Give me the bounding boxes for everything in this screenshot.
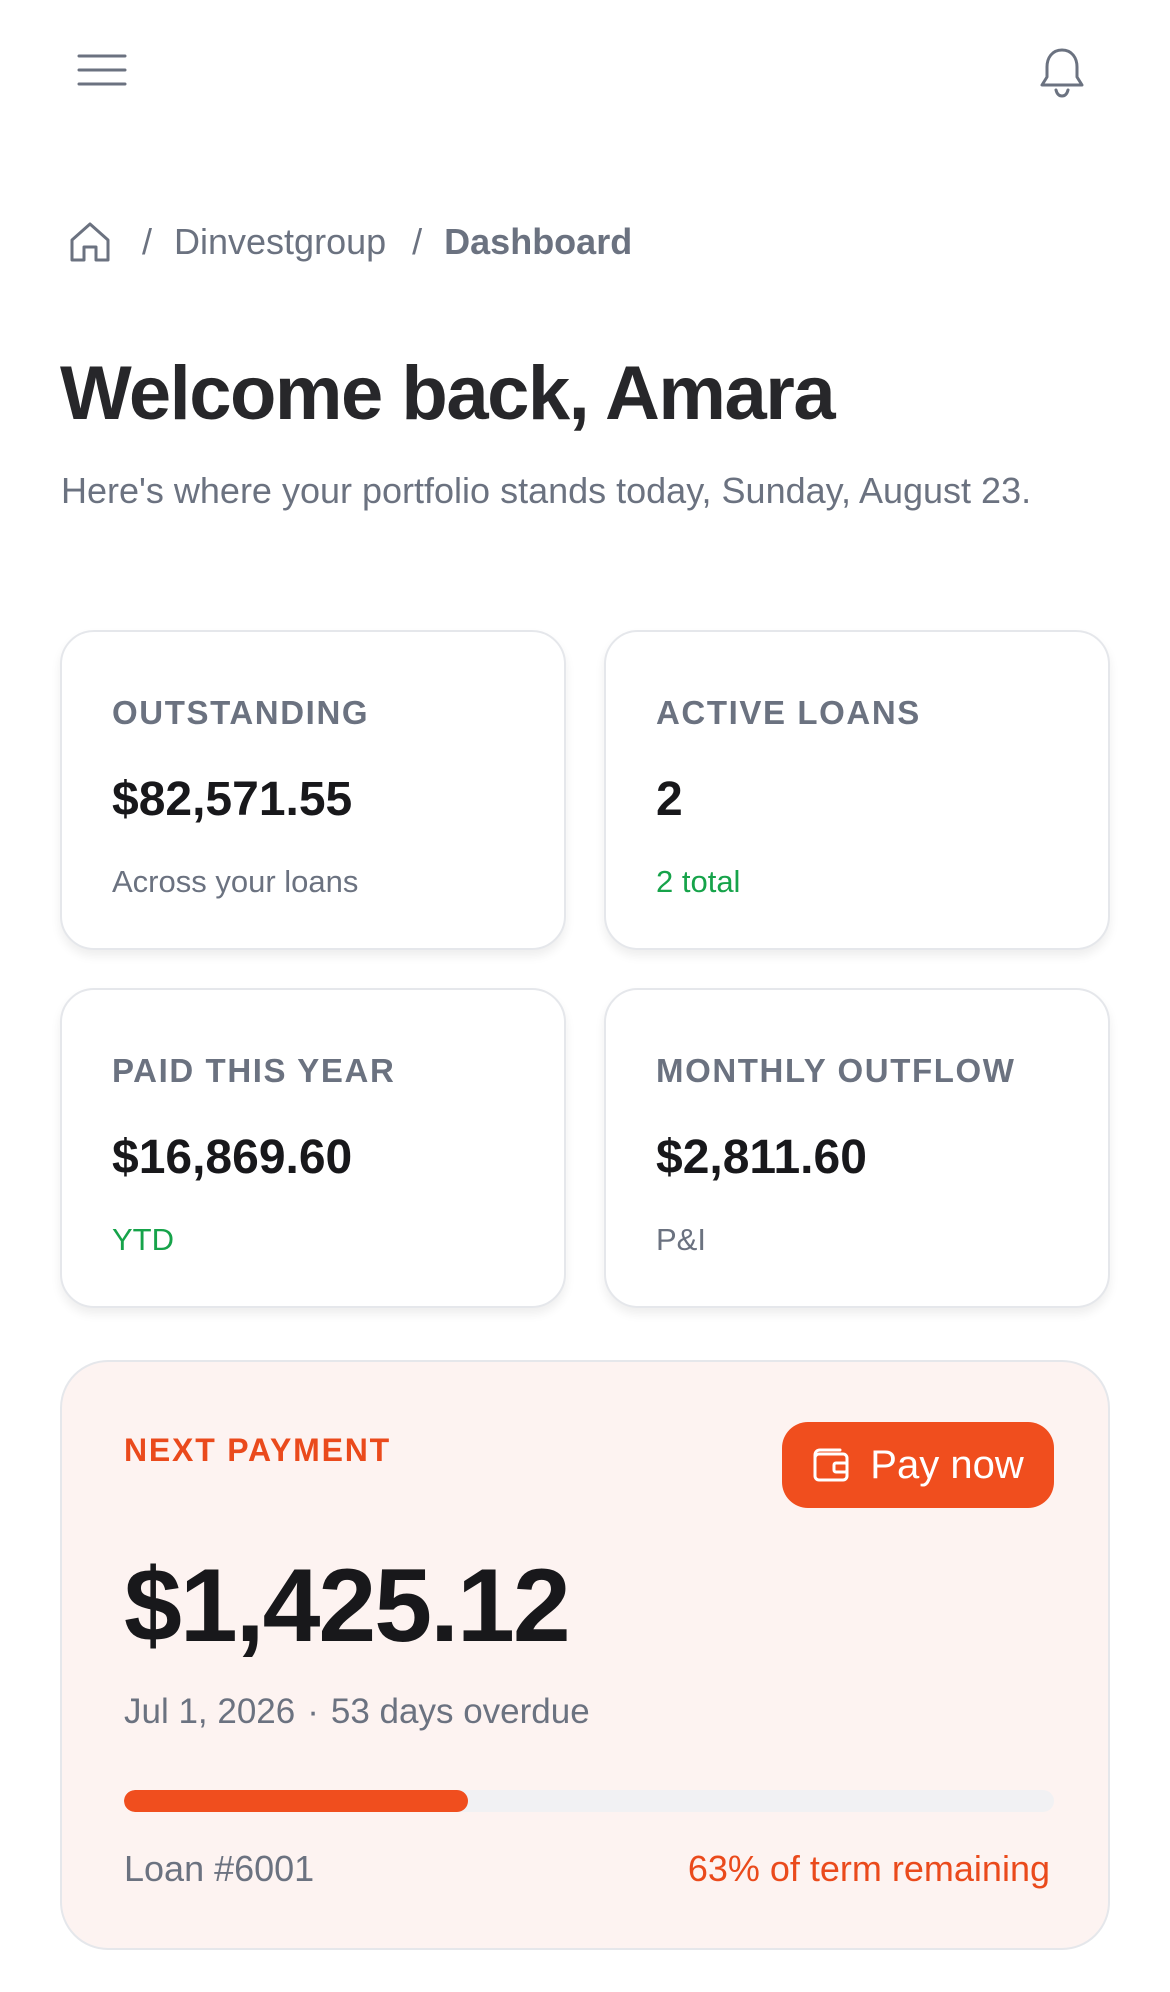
page-subtitle: Here's where your portfolio stands today… bbox=[61, 470, 1032, 511]
term-progress-fill bbox=[124, 1790, 469, 1812]
stat-value: $16,869.60 bbox=[112, 1131, 353, 1184]
stat-card-active-loans: ACTIVE LOANS 2 2 total bbox=[604, 630, 1110, 950]
wallet-icon bbox=[813, 1448, 849, 1482]
term-progress-bar bbox=[124, 1790, 1054, 1812]
next-payment-label: NEXT PAYMENT bbox=[124, 1432, 391, 1468]
stat-label: PAID THIS YEAR bbox=[112, 1052, 396, 1089]
stat-card-monthly-outflow: MONTHLY OUTFLOW $2,811.60 P&I bbox=[604, 988, 1110, 1308]
stat-label: OUTSTANDING bbox=[112, 694, 370, 731]
notifications-button[interactable] bbox=[1030, 40, 1094, 104]
stat-caption: P&I bbox=[656, 1222, 706, 1257]
overdue-status: 53 days overdue bbox=[330, 1692, 590, 1731]
bell-icon bbox=[1040, 48, 1084, 98]
next-payment-card: NEXT PAYMENT Pay now $1,425.12 Jul 1, 20… bbox=[60, 1360, 1110, 1950]
stat-caption: YTD bbox=[112, 1222, 174, 1257]
stat-caption: 2 total bbox=[656, 864, 741, 899]
breadcrumb-item-dashboard: Dashboard bbox=[444, 221, 633, 262]
top-bar bbox=[0, 0, 1170, 140]
next-payment-amount: $1,425.12 bbox=[124, 1548, 571, 1664]
pay-now-button[interactable]: Pay now bbox=[782, 1422, 1054, 1508]
page-title: Welcome back, Amara bbox=[60, 351, 836, 436]
loan-id: Loan #6001 bbox=[124, 1848, 315, 1889]
breadcrumb: / Dinvestgroup / Dashboard bbox=[64, 214, 632, 270]
stat-value: 2 bbox=[656, 773, 683, 826]
term-remaining: 63% of term remaining bbox=[687, 1848, 1050, 1889]
stat-value: $82,571.55 bbox=[112, 773, 353, 826]
menu-button[interactable] bbox=[64, 40, 140, 100]
home-icon bbox=[70, 222, 110, 262]
hamburger-menu-icon bbox=[77, 54, 127, 86]
breadcrumb-separator: / bbox=[412, 221, 423, 262]
stat-caption: Across your loans bbox=[112, 864, 359, 899]
pay-now-label: Pay now bbox=[870, 1442, 1024, 1487]
stat-value: $2,811.60 bbox=[656, 1131, 867, 1184]
meta-separator: · bbox=[307, 1692, 319, 1731]
breadcrumb-home[interactable] bbox=[64, 216, 116, 268]
next-payment-meta: Jul 1, 2026 · 53 days overdue bbox=[124, 1692, 590, 1732]
stat-card-outstanding: OUTSTANDING $82,571.55 Across your loans bbox=[60, 630, 566, 950]
stat-label: ACTIVE LOANS bbox=[656, 694, 921, 731]
breadcrumb-item-dinvestgroup[interactable]: Dinvestgroup bbox=[174, 221, 386, 263]
stat-label: MONTHLY OUTFLOW bbox=[656, 1052, 1016, 1089]
due-date: Jul 1, 2026 bbox=[124, 1692, 296, 1731]
stat-card-paid-this-year: PAID THIS YEAR $16,869.60 YTD bbox=[60, 988, 566, 1308]
breadcrumb-separator: / bbox=[142, 221, 153, 262]
